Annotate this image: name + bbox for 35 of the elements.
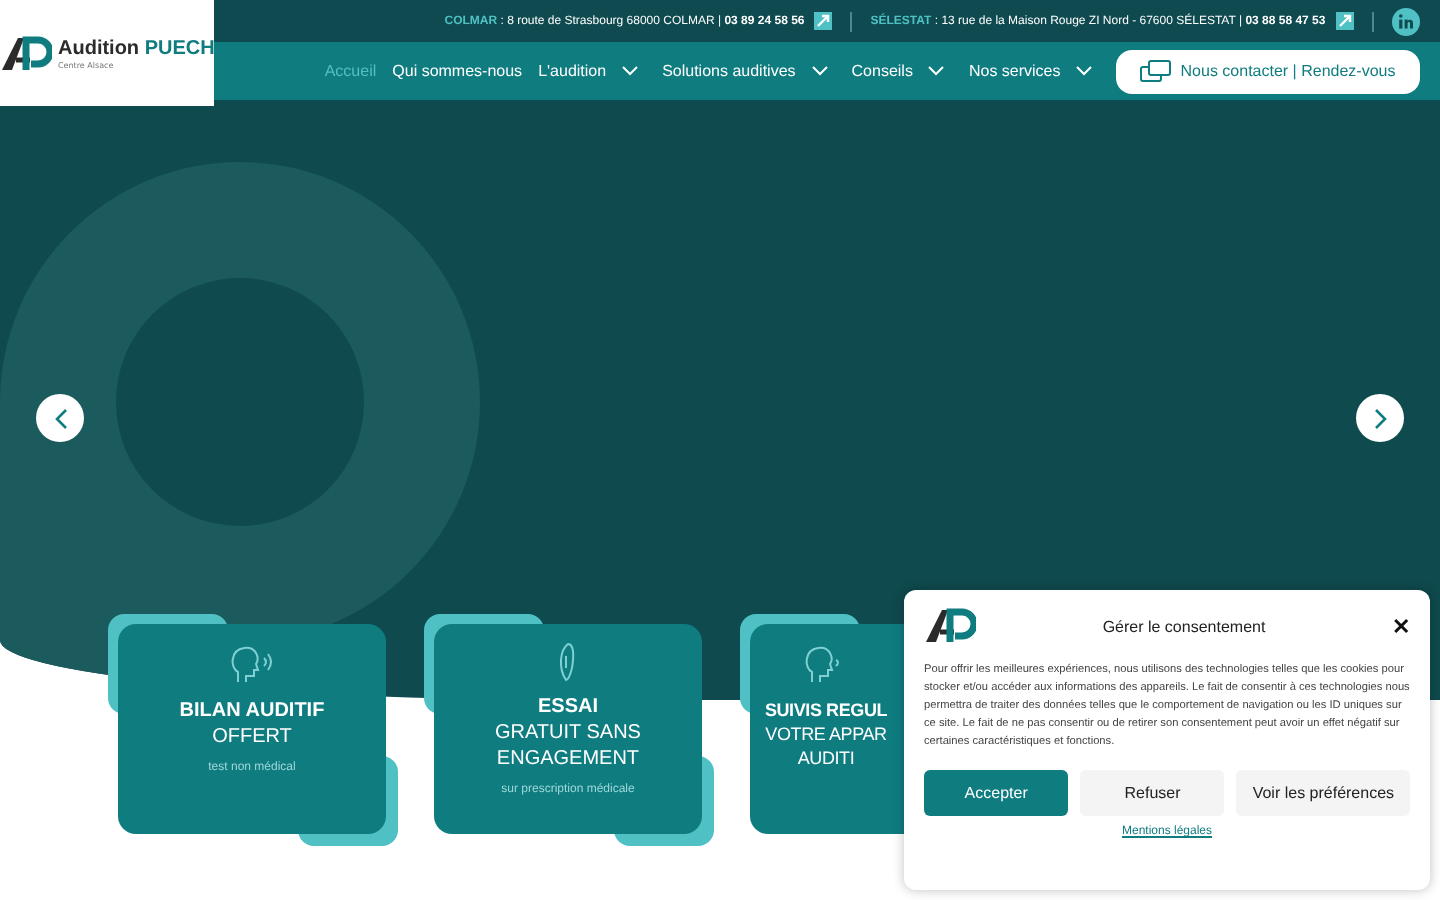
card-title: BILAN AUDITIF — [179, 700, 325, 722]
card-subtitle: OFFERT — [212, 726, 292, 748]
chevron-right-icon — [1373, 407, 1387, 429]
chevron-down-icon[interactable] — [928, 66, 945, 76]
nav-link[interactable]: L'audition — [538, 62, 607, 80]
close-button[interactable]: ✕ — [1392, 613, 1410, 639]
card-subtitle: GRATUIT SANS — [495, 722, 641, 744]
contact-button[interactable]: Nous contacter | Rendez-vous — [1116, 49, 1420, 93]
hearing-aid-icon — [557, 642, 578, 682]
consent-button[interactable]: Voir les préférences — [1236, 770, 1410, 816]
dialog-title: Gérer le consentement — [1102, 617, 1266, 635]
brand-name: Audition PUECH — [58, 37, 215, 59]
card-subtitle: VOTRE APPAR — [765, 724, 887, 744]
chevron-down-icon[interactable] — [811, 66, 828, 76]
card-subtitle: AUDITI — [797, 748, 855, 768]
linkedin-icon[interactable] — [1391, 7, 1420, 35]
nav-link[interactable]: Nos services — [968, 62, 1061, 80]
logo-icon — [924, 608, 976, 644]
logo-icon — [0, 35, 52, 71]
chat-icon — [1140, 59, 1173, 83]
chevron-down-icon[interactable] — [1076, 66, 1093, 76]
chevron-left-icon — [53, 407, 67, 429]
consent-button[interactable]: Accepter — [924, 770, 1069, 816]
card-title: SUIVIS REGUL — [764, 700, 888, 720]
nav-link[interactable]: Conseils — [851, 62, 913, 80]
head-icon — [228, 642, 276, 686]
next-button[interactable] — [1356, 394, 1404, 442]
card-title: ESSAI — [537, 696, 598, 718]
chevron-down-icon[interactable] — [622, 66, 639, 76]
card-subtitle: ENGAGEMENT — [496, 748, 640, 770]
nav-link[interactable]: Solutions auditives — [662, 62, 796, 80]
nav-link[interactable]: Qui sommes-nous — [392, 62, 523, 80]
external-link-icon[interactable] — [814, 12, 833, 30]
external-link-icon[interactable] — [1335, 12, 1354, 30]
consent-button[interactable]: Refuser — [1080, 770, 1225, 816]
